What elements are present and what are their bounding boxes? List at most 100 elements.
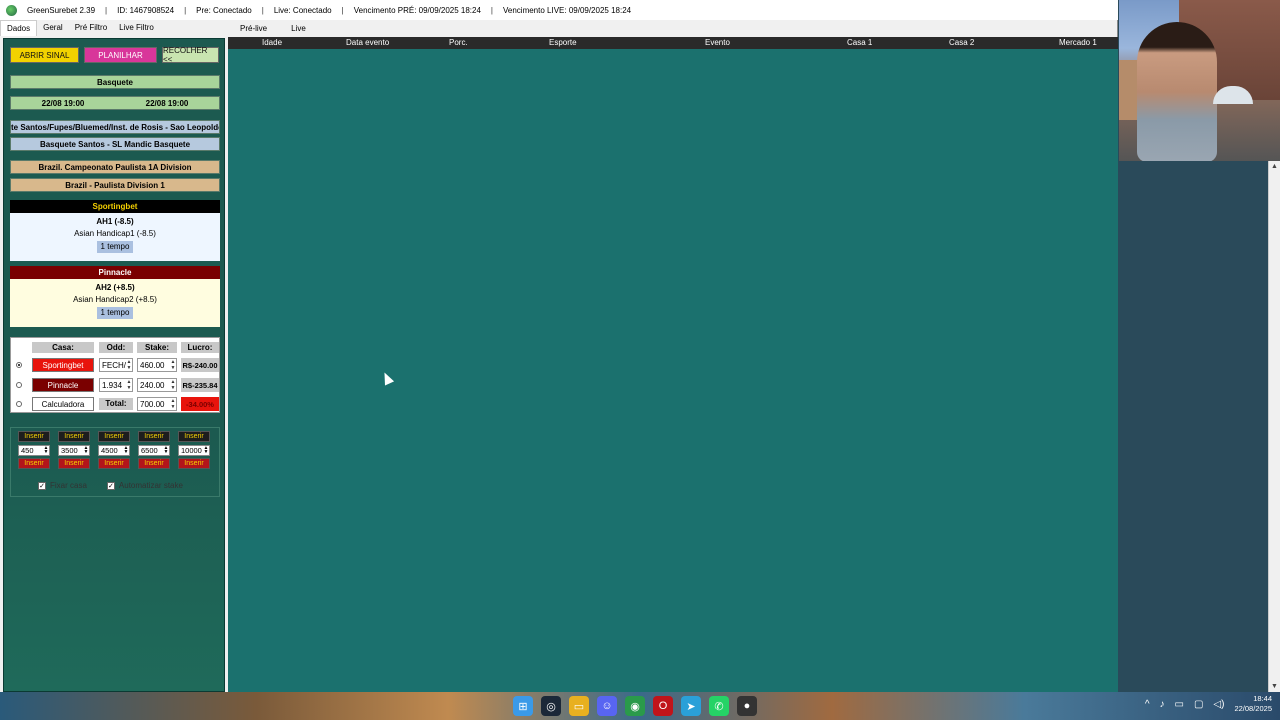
clock[interactable]: 18:44 22/08/2025 xyxy=(1234,694,1272,714)
row1-profit: R$-240.00 xyxy=(181,358,219,372)
folder-icon[interactable]: ▭ xyxy=(569,696,589,716)
fixar-casa-label: Fixar casa xyxy=(50,481,87,490)
open-signal-button[interactable]: ABRIR SINAL xyxy=(10,47,79,63)
expiry-pre: Vencimento PRÉ: 09/09/2025 18:24 xyxy=(353,5,481,15)
checkmark-icon[interactable]: ✓ xyxy=(106,481,115,490)
spin-arrows-icon[interactable]: ▲ ▼ xyxy=(170,359,176,371)
quick-stake-col: Inserir 6500 ▲ ▼ Inserir xyxy=(138,431,170,469)
calculator-button[interactable]: Calculadora xyxy=(32,397,94,411)
scroll-up-icon[interactable]: ▲ xyxy=(1271,163,1278,170)
network-icon[interactable]: ▢ xyxy=(1194,699,1203,710)
start-icon[interactable]: ⊞ xyxy=(513,696,533,716)
insert-button[interactable]: Inserir xyxy=(178,431,210,442)
stake-calculator: Casa: Odd: Stake: Lucro: Sportingbet FEC… xyxy=(10,337,220,413)
title-separator: | xyxy=(341,5,344,15)
tab-live-filtro[interactable]: Live Filtro xyxy=(113,20,160,36)
opera-icon[interactable]: O xyxy=(653,696,673,716)
row1-odd: FECH/ xyxy=(102,360,126,370)
insert-button[interactable]: Inserir xyxy=(18,458,50,469)
row2-radio[interactable] xyxy=(16,382,22,388)
insert-button[interactable]: Inserir xyxy=(58,431,90,442)
insert-button[interactable]: Inserir xyxy=(58,458,90,469)
house2-header: Pinnacle xyxy=(10,266,220,279)
whatsapp-icon[interactable]: ✆ xyxy=(709,696,729,716)
col-esporte[interactable]: Esporte xyxy=(549,38,577,47)
quick-stake-value: 3500 xyxy=(61,446,78,455)
live-status: Live: Conectado xyxy=(273,5,332,15)
microphone-icon[interactable]: ♪ xyxy=(1160,699,1165,710)
spin-arrows-icon[interactable]: ▲ ▼ xyxy=(126,359,132,371)
spin-arrows-icon[interactable]: ▲ ▼ xyxy=(123,446,129,455)
expiry-live: Vencimento LIVE: 09/09/2025 18:24 xyxy=(503,5,632,15)
spin-arrows-icon[interactable]: ▲ ▼ xyxy=(203,446,209,455)
spin-arrows-icon[interactable]: ▲ ▼ xyxy=(83,446,89,455)
col-casa1[interactable]: Casa 1 xyxy=(847,38,872,47)
quick-stake-input[interactable]: 10000 ▲ ▼ xyxy=(178,445,210,456)
col-mercado1[interactable]: Mercado 1 xyxy=(1059,38,1097,47)
col-odd: Odd: xyxy=(99,342,133,353)
scroll-down-icon[interactable]: ▼ xyxy=(1271,683,1278,690)
tab-dados[interactable]: Dados xyxy=(0,20,38,36)
discord-icon[interactable]: ☺ xyxy=(597,696,617,716)
insert-button[interactable]: Inserir xyxy=(138,431,170,442)
insert-button[interactable]: Inserir xyxy=(18,431,50,442)
total-input[interactable]: 700.00 ▲ ▼ xyxy=(137,397,177,411)
quick-stake-input[interactable]: 3500 ▲ ▼ xyxy=(58,445,90,456)
insert-button[interactable]: Inserir xyxy=(178,458,210,469)
col-idade[interactable]: Idade xyxy=(262,38,282,47)
row2-odd: 1.934 xyxy=(102,380,123,390)
insert-button[interactable]: Inserir xyxy=(98,458,130,469)
app-icon[interactable]: ● xyxy=(737,696,757,716)
auto-stake-checkbox[interactable]: ✓ Automatizar stake xyxy=(106,481,183,490)
checkmark-icon[interactable]: ✓ xyxy=(38,481,46,490)
col-stake: Stake: xyxy=(137,342,177,353)
spin-arrows-icon[interactable]: ▲ ▼ xyxy=(170,398,176,410)
row1-stake-input[interactable]: 460.00 ▲ ▼ xyxy=(137,358,177,372)
quick-stake-input[interactable]: 450 ▲ ▼ xyxy=(18,445,50,456)
spin-arrows-icon[interactable]: ▲ ▼ xyxy=(163,446,169,455)
insert-button[interactable]: Inserir xyxy=(98,431,130,442)
house2-market: AH2 (+8.5) xyxy=(95,283,135,292)
quick-stake-col: Inserir 4500 ▲ ▼ Inserir xyxy=(98,431,130,469)
quick-stake-input[interactable]: 6500 ▲ ▼ xyxy=(138,445,170,456)
title-separator: | xyxy=(490,5,493,15)
event-date-1: 22/08 19:00 xyxy=(41,98,85,108)
row2-stake-input[interactable]: 240.00 ▲ ▼ xyxy=(137,378,177,392)
chevron-up-icon[interactable]: ^ xyxy=(1145,699,1150,710)
telegram-icon[interactable]: ➤ xyxy=(681,696,701,716)
opportunities-grid[interactable]: Idade Data evento Porc. Esporte Evento C… xyxy=(228,37,1118,692)
display-icon[interactable]: ▭ xyxy=(1175,699,1184,710)
tab-pre-live[interactable]: Pré-live xyxy=(228,20,279,36)
collapse-button[interactable]: RECOLHER << xyxy=(162,46,219,64)
row2-house-button[interactable]: Pinnacle xyxy=(32,378,94,392)
action-buttons: ABRIR SINAL PLANILHAR RECOLHER << xyxy=(10,46,219,64)
window-scrollbar[interactable]: ▲ ▼ xyxy=(1268,161,1280,692)
steam-icon[interactable]: ◎ xyxy=(541,696,561,716)
row1-odd-input[interactable]: FECH/▲ ▼ xyxy=(99,358,133,372)
col-data-evento[interactable]: Data evento xyxy=(346,38,389,47)
spin-arrows-icon[interactable]: ▲ ▼ xyxy=(126,379,132,391)
row3-radio[interactable] xyxy=(16,401,22,407)
spin-arrows-icon[interactable]: ▲ ▼ xyxy=(43,446,49,455)
spreadsheet-button[interactable]: PLANILHAR xyxy=(84,47,157,63)
tab-pre-filtro[interactable]: Pré Filtro xyxy=(69,20,113,36)
chrome-icon[interactable]: ◉ xyxy=(625,696,645,716)
insert-button[interactable]: Inserir xyxy=(138,458,170,469)
tab-live[interactable]: Live xyxy=(279,20,318,36)
row1-radio[interactable] xyxy=(16,362,22,368)
col-casa2[interactable]: Casa 2 xyxy=(949,38,974,47)
main-window: GreenSurebet 2.39 | ID: 1467908524 | Pre… xyxy=(0,0,1118,692)
row2-odd-input[interactable]: 1.934 ▲ ▼ xyxy=(99,378,133,392)
volume-icon[interactable]: ◁) xyxy=(1213,699,1224,710)
row1-house-button[interactable]: Sportingbet xyxy=(32,358,94,372)
quick-stake-col: Inserir 10000 ▲ ▼ Inserir xyxy=(178,431,210,469)
col-evento[interactable]: Evento xyxy=(705,38,730,47)
sport-label: Basquete xyxy=(10,75,220,89)
title-separator: | xyxy=(261,5,264,15)
fixar-casa-checkbox[interactable]: ✓ Fixar casa xyxy=(38,481,87,490)
quick-stake-input[interactable]: 4500 ▲ ▼ xyxy=(98,445,130,456)
menu-bar: Dados Geral Pré Filtro Live Filtro xyxy=(0,20,226,36)
spin-arrows-icon[interactable]: ▲ ▼ xyxy=(170,379,176,391)
tab-geral[interactable]: Geral xyxy=(37,20,69,36)
col-porc[interactable]: Porc. xyxy=(449,38,468,47)
